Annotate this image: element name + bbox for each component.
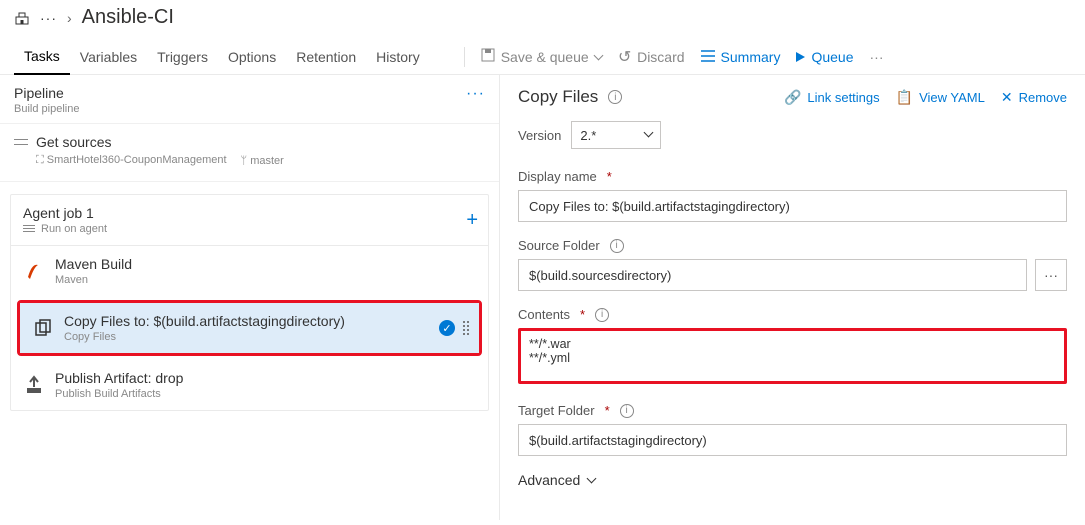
info-icon[interactable]: i bbox=[595, 308, 609, 322]
save-queue-button[interactable]: Save & queue bbox=[473, 48, 610, 65]
tab-history[interactable]: History bbox=[366, 39, 430, 74]
tab-triggers[interactable]: Triggers bbox=[147, 39, 218, 74]
agent-job-title: Agent job 1 bbox=[23, 205, 107, 221]
tab-retention[interactable]: Retention bbox=[286, 39, 366, 74]
breadcrumb: ··· › Ansible-CI bbox=[0, 0, 1085, 39]
pipeline-header[interactable]: Pipeline Build pipeline ··· bbox=[0, 75, 499, 124]
chevron-right-icon: › bbox=[67, 10, 72, 26]
version-label: Version bbox=[518, 128, 561, 143]
task-subtitle: Maven bbox=[55, 274, 132, 286]
link-icon: 🔗 bbox=[784, 89, 801, 106]
version-select[interactable]: 2.* bbox=[571, 121, 661, 149]
contents-label: Contents bbox=[518, 307, 570, 322]
task-detail-panel: Copy Files i 🔗Link settings 📋View YAML ✕… bbox=[500, 75, 1085, 520]
link-settings[interactable]: 🔗Link settings bbox=[784, 89, 880, 106]
browse-button[interactable]: ··· bbox=[1035, 259, 1067, 291]
list-icon bbox=[701, 49, 715, 65]
save-icon bbox=[481, 48, 495, 65]
add-task-button[interactable]: + bbox=[466, 209, 478, 232]
more-icon: ··· bbox=[870, 49, 884, 65]
task-maven-build[interactable]: Maven Build Maven bbox=[11, 246, 488, 296]
chevron-down-icon bbox=[587, 474, 597, 484]
publish-icon bbox=[23, 374, 45, 396]
task-title: Maven Build bbox=[55, 256, 132, 272]
tab-bar: Tasks Variables Triggers Options Retenti… bbox=[0, 39, 1085, 75]
task-title: Copy Files to: $(build.artifactstagingdi… bbox=[64, 313, 345, 329]
task-copy-files[interactable]: Copy Files to: $(build.artifactstagingdi… bbox=[20, 303, 479, 353]
sources-icon bbox=[14, 137, 28, 147]
chevron-down-icon bbox=[593, 50, 603, 60]
target-folder-label: Target Folder bbox=[518, 403, 595, 418]
source-folder-input[interactable] bbox=[518, 259, 1027, 291]
task-ok-badge: ✓ bbox=[439, 320, 455, 336]
branch-icon: ᛘ bbox=[241, 155, 248, 167]
task-publish-artifact[interactable]: Publish Artifact: drop Publish Build Art… bbox=[11, 360, 488, 410]
pipeline-label: Pipeline bbox=[14, 85, 79, 101]
branch-name: master bbox=[250, 155, 284, 167]
tab-tasks[interactable]: Tasks bbox=[14, 40, 70, 75]
drag-handle[interactable] bbox=[463, 321, 469, 335]
view-yaml[interactable]: 📋View YAML bbox=[896, 89, 985, 106]
task-title: Publish Artifact: drop bbox=[55, 370, 183, 386]
get-sources[interactable]: Get sources ⛶ SmartHotel360-CouponManage… bbox=[0, 124, 499, 182]
clipboard-icon: 📋 bbox=[896, 89, 913, 106]
project-icon bbox=[14, 10, 30, 26]
tasks-panel: Pipeline Build pipeline ··· Get sources … bbox=[0, 75, 500, 520]
task-subtitle: Copy Files bbox=[64, 331, 345, 343]
remove-task[interactable]: ✕Remove bbox=[1001, 89, 1067, 106]
summary-button[interactable]: Summary bbox=[693, 49, 789, 65]
display-name-label: Display name bbox=[518, 169, 597, 184]
play-icon bbox=[796, 52, 805, 62]
contents-textarea[interactable] bbox=[518, 328, 1067, 384]
info-icon[interactable]: i bbox=[620, 404, 634, 418]
copy-icon bbox=[32, 317, 54, 339]
tab-variables[interactable]: Variables bbox=[70, 39, 147, 74]
pipeline-title: Ansible-CI bbox=[82, 6, 174, 29]
maven-icon bbox=[23, 260, 45, 282]
display-name-input[interactable] bbox=[518, 190, 1067, 222]
target-folder-input[interactable] bbox=[518, 424, 1067, 456]
advanced-section[interactable]: Advanced bbox=[518, 472, 1067, 488]
tab-options[interactable]: Options bbox=[218, 39, 286, 74]
discard-button[interactable]: ↻ Discard bbox=[610, 47, 693, 67]
queue-button[interactable]: Queue bbox=[788, 49, 861, 65]
pipeline-sublabel: Build pipeline bbox=[14, 103, 79, 115]
undo-icon: ↻ bbox=[618, 47, 631, 67]
task-subtitle: Publish Build Artifacts bbox=[55, 388, 183, 400]
agent-job-header[interactable]: Agent job 1 Run on agent + bbox=[11, 195, 488, 246]
source-folder-label: Source Folder bbox=[518, 238, 600, 253]
breadcrumb-ellipsis[interactable]: ··· bbox=[40, 10, 57, 26]
agent-job-box: Agent job 1 Run on agent + Maven Build M… bbox=[10, 194, 489, 411]
close-icon: ✕ bbox=[1001, 89, 1013, 106]
info-icon[interactable]: i bbox=[610, 239, 624, 253]
agent-icon bbox=[23, 223, 35, 234]
repo-name: SmartHotel360-CouponManagement bbox=[47, 154, 227, 166]
panel-title: Copy Files bbox=[518, 87, 598, 107]
info-icon[interactable]: i bbox=[608, 90, 622, 104]
more-actions[interactable]: ··· bbox=[862, 49, 892, 65]
chevron-down-icon bbox=[644, 128, 654, 138]
get-sources-label: Get sources bbox=[36, 134, 111, 150]
repo-icon: ⛶ bbox=[36, 154, 44, 166]
pipeline-more[interactable]: ··· bbox=[466, 85, 485, 103]
agent-job-subtitle: Run on agent bbox=[41, 223, 107, 235]
